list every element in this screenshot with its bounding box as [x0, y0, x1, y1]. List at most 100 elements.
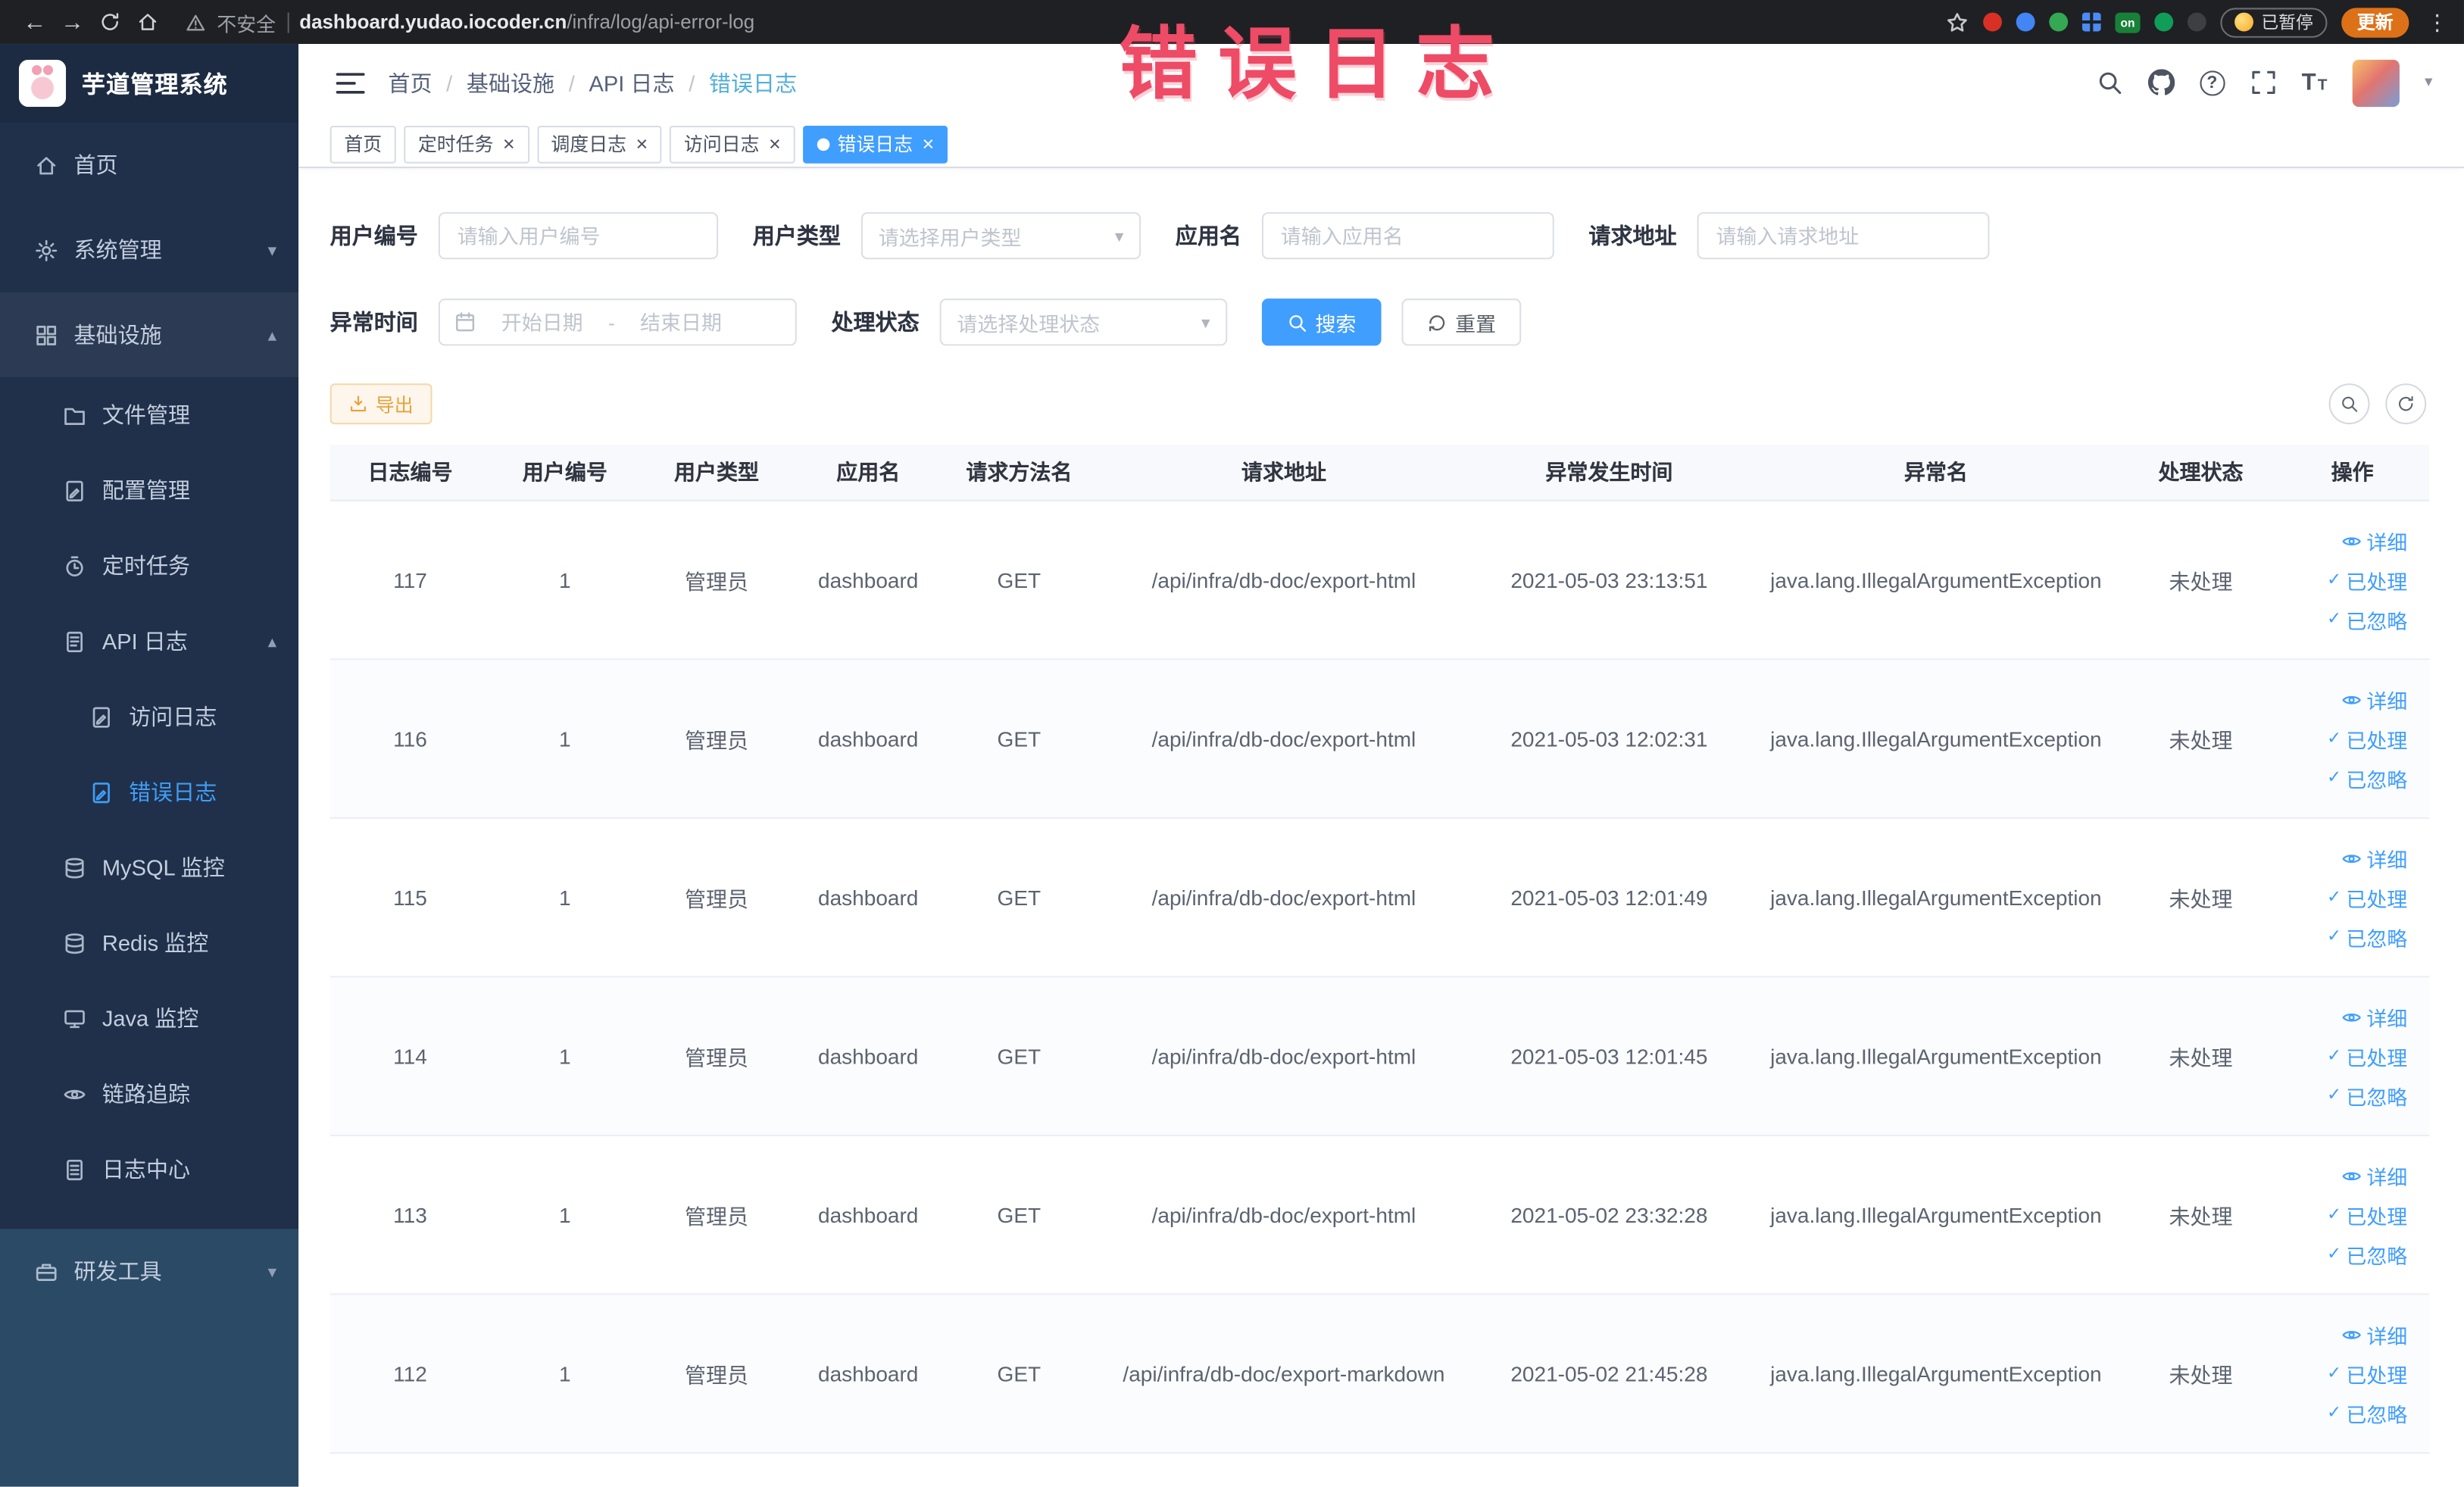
sidebar-item-error-log[interactable]: 错误日志 [0, 754, 298, 830]
sidebar-item-system[interactable]: 系统管理 ▾ [0, 208, 298, 292]
cell-exception: java.lang.IllegalArgumentException [1770, 567, 2102, 592]
cell-time: 2021-05-03 23:13:51 [1510, 567, 1708, 592]
sidebar-item-label: 系统管理 [73, 237, 162, 263]
cell-url: /api/infra/db-doc/export-html [1151, 726, 1416, 751]
sidebar-item-label: 日志中心 [101, 1156, 191, 1182]
sidebar-item-log-center[interactable]: 日志中心 [0, 1132, 298, 1207]
sidebar-item-home[interactable]: 首页 [0, 123, 298, 208]
extension-icon-grid[interactable] [2081, 12, 2101, 32]
sidebar-item-job[interactable]: 定时任务 [0, 528, 298, 604]
exception-time-range[interactable]: - [438, 298, 797, 346]
extension-icon-green[interactable] [2049, 12, 2069, 32]
sidebar-item-redis[interactable]: Redis 监控 [0, 905, 298, 981]
filter-process-status: 处理状态 请选择处理状态 ▾ [831, 298, 1228, 346]
font-size-icon[interactable]: TT [2302, 69, 2328, 95]
tab-close-icon[interactable]: × [503, 133, 515, 154]
address-bar[interactable]: 不安全 dashboard.yudao.iocoder.cn/infra/log… [186, 7, 1927, 36]
reload-button[interactable] [91, 3, 129, 41]
sidebar-item-api-log[interactable]: API 日志 ▴ [0, 604, 298, 679]
breadcrumb-item[interactable]: API 日志 [589, 67, 675, 98]
row-action-detail-link[interactable]: 详细 [2341, 843, 2407, 873]
back-button[interactable]: ← [16, 3, 54, 41]
bookmark-star-icon[interactable] [1945, 10, 1969, 33]
paused-chip[interactable]: 已暂停 [2220, 7, 2328, 37]
sidebar-item-tracer[interactable]: 链路追踪 [0, 1056, 298, 1132]
toggle-search-button[interactable] [2328, 383, 2370, 425]
extension-icon-on[interactable]: on [2115, 11, 2141, 33]
extension-icon-red[interactable] [1983, 12, 2003, 32]
reset-button[interactable]: 重置 [1401, 298, 1522, 346]
start-date-input[interactable] [482, 310, 602, 334]
tab-close-icon[interactable]: × [769, 133, 781, 154]
tab-home[interactable]: 首页 [329, 124, 396, 163]
home-button[interactable] [129, 3, 167, 41]
fullscreen-icon[interactable] [2250, 69, 2276, 95]
sidebar-item-mysql[interactable]: MySQL 监控 [0, 829, 298, 905]
sidebar-item-config[interactable]: 配置管理 [0, 452, 298, 528]
sidebar-toggle-button[interactable] [335, 67, 366, 98]
sidebar-item-dev-tools[interactable]: 研发工具 ▾ [0, 1229, 298, 1314]
extension-icon-leaf[interactable] [2154, 12, 2174, 32]
url-domain: dashboard.yudao.iocoder.cn [299, 11, 567, 33]
column-header: 请求地址 [1241, 460, 1326, 484]
row-action-processed-link[interactable]: ✓ 已处理 [2327, 1200, 2407, 1229]
sidebar-item-access-log[interactable]: 访问日志 [0, 679, 298, 754]
refresh-button[interactable] [2385, 383, 2427, 425]
cell-url: /api/infra/db-doc/export-html [1151, 1203, 1416, 1227]
row-action-processed-link[interactable]: ✓ 已处理 [2327, 723, 2407, 753]
tab-error-log[interactable]: 错误日志 × [802, 124, 948, 163]
forward-button[interactable]: → [54, 3, 92, 41]
sidebar-item-file[interactable]: 文件管理 [0, 377, 298, 453]
extension-icon-paw[interactable] [2187, 12, 2206, 32]
row-action-ignored-link[interactable]: ✓ 已忽略 [2327, 1239, 2407, 1269]
table-toolbar: 导出 [329, 383, 2430, 425]
row-action-processed-link[interactable]: ✓ 已处理 [2327, 1358, 2407, 1388]
row-action-processed-link[interactable]: ✓ 已处理 [2327, 1041, 2407, 1070]
row-action-detail-link[interactable]: 详细 [2341, 684, 2407, 714]
doc-edit-icon [63, 479, 86, 502]
row-action-detail-link[interactable]: 详细 [2341, 526, 2407, 555]
request-url-input[interactable] [1697, 212, 1990, 260]
breadcrumb-item[interactable]: 错误日志 [709, 67, 797, 98]
row-action-ignored-link[interactable]: ✓ 已忽略 [2327, 1398, 2407, 1427]
row-action-processed-link[interactable]: ✓ 已处理 [2327, 565, 2407, 595]
chevron-down-icon[interactable]: ▾ [2425, 74, 2432, 92]
breadcrumb-item[interactable]: 首页 [388, 67, 432, 98]
row-action-ignored-link[interactable]: ✓ 已忽略 [2327, 604, 2407, 634]
tab-access-log[interactable]: 访问日志 × [670, 124, 795, 163]
row-action-detail-link[interactable]: 详细 [2341, 1002, 2407, 1032]
user-id-input[interactable] [438, 212, 719, 260]
row-action-ignored-link[interactable]: ✓ 已忽略 [2327, 922, 2407, 951]
app-name-input[interactable] [1261, 212, 1554, 260]
search-icon [2340, 395, 2359, 414]
breadcrumb-item[interactable]: 基础设施 [467, 67, 554, 98]
search-button[interactable]: 搜索 [1261, 298, 1382, 346]
sidebar-item-java[interactable]: Java 监控 [0, 981, 298, 1057]
export-button[interactable]: 导出 [329, 383, 433, 425]
tab-close-icon[interactable]: × [922, 133, 934, 154]
cell-user_type: 管理员 [685, 1364, 749, 1388]
sidebar-item-infra[interactable]: 基础设施 ▴ [0, 292, 299, 377]
row-action-ignored-link[interactable]: ✓ 已忽略 [2327, 1080, 2407, 1110]
process-status-select[interactable]: 请选择处理状态 ▾ [939, 298, 1228, 346]
row-action-detail-link[interactable]: 详细 [2341, 1161, 2407, 1190]
github-icon[interactable] [2147, 69, 2175, 95]
end-date-input[interactable] [621, 310, 741, 334]
row-action-ignored-link[interactable]: ✓ 已忽略 [2327, 763, 2407, 792]
tab-job[interactable]: 定时任务 × [404, 124, 529, 163]
cell-url: /api/infra/db-doc/export-html [1151, 567, 1416, 592]
avatar[interactable] [2352, 58, 2400, 107]
update-button[interactable]: 更新 [2341, 7, 2409, 37]
user-type-select[interactable]: 请选择用户类型 ▾ [860, 212, 1141, 260]
search-icon[interactable] [2096, 69, 2122, 95]
help-icon[interactable]: ? [2199, 70, 2225, 95]
browser-menu-icon[interactable]: ⋮ [2426, 8, 2448, 35]
tab-close-icon[interactable]: × [636, 133, 648, 154]
url-path: /infra/log/api-error-log [567, 11, 755, 33]
row-action-processed-link[interactable]: ✓ 已处理 [2327, 883, 2407, 912]
row-action-detail-link[interactable]: 详细 [2341, 1320, 2407, 1349]
extension-icon-blue[interactable] [2016, 12, 2035, 32]
logo[interactable]: 芋道管理系统 [0, 44, 299, 123]
tab-job-log[interactable]: 调度日志 × [536, 124, 662, 163]
cell-method: GET [997, 1361, 1042, 1385]
